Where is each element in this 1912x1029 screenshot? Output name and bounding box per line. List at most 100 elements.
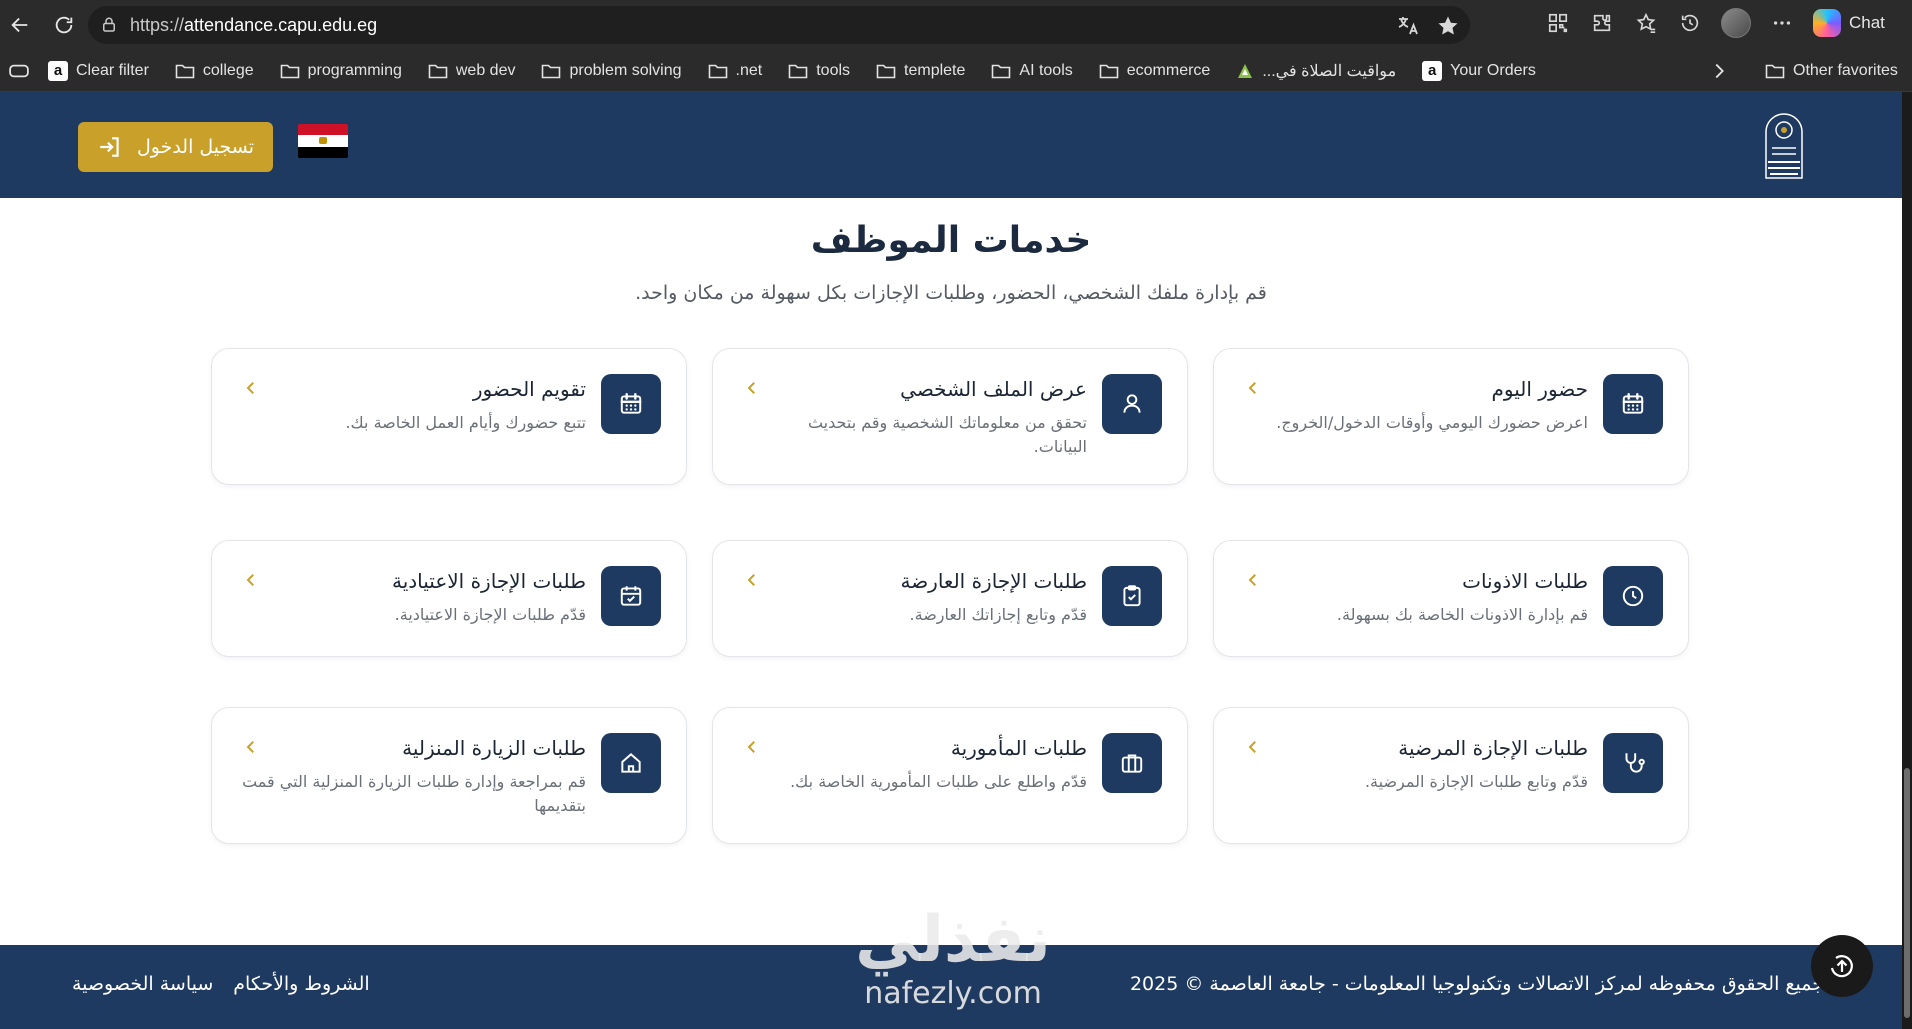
stethoscope-icon	[1603, 733, 1663, 793]
card-description: قم بإدارة الاذونات الخاصة بك بسهولة.	[1336, 605, 1588, 624]
card-title: طلبات الاذونات	[1462, 569, 1588, 593]
card-mission-requests[interactable]: طلبات المأمورية قدّم واطلع على طلبات الم…	[712, 707, 1188, 844]
chevron-left-icon	[246, 382, 254, 394]
amazon-icon: a	[1422, 60, 1443, 81]
scroll-to-top-button[interactable]	[1811, 935, 1873, 997]
bookmark-prayer-times[interactable]: مواقيت الصلاة في...	[1236, 61, 1396, 81]
profile-avatar[interactable]	[1721, 8, 1751, 38]
refresh-icon[interactable]	[46, 7, 82, 43]
card-description: تتبع حضورك وأيام العمل الخاصة بك.	[345, 413, 586, 432]
history-icon[interactable]	[1677, 10, 1703, 36]
bookmark-folder-templete[interactable]: templete	[876, 62, 965, 80]
chevron-left-icon	[747, 741, 755, 753]
favorites-icon[interactable]	[1633, 10, 1659, 36]
bookmark-folder-programming[interactable]: programming	[280, 62, 402, 80]
more-options-icon[interactable]	[1769, 10, 1795, 36]
toolbar-actions: Chat	[1545, 8, 1885, 38]
card-attendance-calendar[interactable]: تقويم الحضور تتبع حضورك وأيام العمل الخا…	[211, 348, 687, 485]
folder-icon	[876, 64, 896, 78]
university-logo[interactable]	[1758, 108, 1810, 184]
folder-icon	[788, 64, 808, 78]
bookmark-folder-web-dev[interactable]: web dev	[428, 62, 515, 80]
back-icon[interactable]	[2, 7, 38, 43]
chevron-left-icon	[747, 574, 755, 586]
amazon-icon: a	[48, 60, 68, 81]
folder-icon	[708, 64, 727, 78]
card-title: طلبات الزيارة المنزلية	[402, 736, 586, 760]
card-title: تقويم الحضور	[472, 377, 586, 401]
site-header: تسجيل الدخول	[0, 92, 1902, 198]
card-title: عرض الملف الشخصي	[900, 377, 1087, 401]
bookmark-clear-filter[interactable]: a Clear filter	[48, 60, 149, 81]
bookmark-folder-college[interactable]: college	[175, 62, 254, 80]
card-view-profile[interactable]: عرض الملف الشخصي تحقق من معلوماتك الشخصي…	[712, 348, 1188, 485]
bookmark-folder-dotnet[interactable]: .net	[708, 62, 762, 80]
privacy-policy-link[interactable]: سياسة الخصوصية	[72, 973, 213, 995]
url-text: https://attendance.capu.edu.eg	[130, 14, 378, 35]
folder-icon	[1099, 64, 1119, 78]
bookmarks-bar: a Clear filter college programming web d…	[0, 50, 1912, 92]
chevron-left-icon	[1248, 741, 1256, 753]
chevron-left-icon	[747, 382, 755, 394]
address-bar[interactable]: https://attendance.capu.edu.eg	[88, 6, 1470, 44]
scrollbar-thumb[interactable]	[1904, 768, 1910, 1018]
bookmark-other-favorites[interactable]: Other favorites	[1765, 50, 1898, 92]
card-title: طلبات الإجازة العارضة	[900, 569, 1087, 593]
folder-icon	[428, 64, 448, 78]
tab-actions-icon[interactable]	[8, 63, 30, 79]
egypt-flag-language-toggle[interactable]	[298, 124, 348, 158]
card-description: تحقق من معلوماتك الشخصية وقم بتحديث البي…	[807, 413, 1087, 456]
card-today-attendance[interactable]: حضور اليوم اعرض حضورك اليومي وأوقات الدخ…	[1213, 348, 1689, 485]
copilot-label: Chat	[1849, 13, 1885, 32]
bookmark-folder-ecommerce[interactable]: ecommerce	[1099, 62, 1210, 80]
briefcase-icon	[1102, 733, 1162, 793]
arrow-up-circle-icon	[1830, 955, 1853, 978]
card-permission-requests[interactable]: طلبات الاذونات قم بإدارة الاذونات الخاصة…	[1213, 540, 1689, 657]
chevron-left-icon	[246, 741, 254, 753]
chevron-left-icon	[246, 574, 254, 586]
chevron-left-icon	[1248, 382, 1256, 394]
user-icon	[1102, 374, 1162, 434]
footer-copyright: جميع الحقوق محفوظه لمركز الاتصالات وتكنو…	[1129, 973, 1824, 995]
section-title: خدمات الموظف	[810, 220, 1092, 261]
bookmark-your-orders[interactable]: a Your Orders	[1422, 60, 1536, 81]
bookmark-folder-problem-solving[interactable]: problem solving	[541, 62, 682, 80]
calendar-icon	[601, 374, 661, 434]
card-title: طلبات المأمورية	[950, 736, 1087, 760]
section-subtitle: قم بإدارة ملفك الشخصي، الحضور، وطلبات ال…	[635, 282, 1267, 304]
copilot-icon	[1813, 9, 1841, 37]
translate-icon[interactable]	[1396, 14, 1420, 38]
favorite-star-icon[interactable]	[1436, 14, 1460, 38]
watermark-english: nafezly.com	[864, 976, 1042, 1011]
watermark: نفذلي nafezly.com	[838, 904, 1068, 1022]
browser-toolbar: https://attendance.capu.edu.eg Chat	[0, 0, 1912, 50]
bookmark-folder-tools[interactable]: tools	[788, 62, 850, 80]
login-button[interactable]: تسجيل الدخول	[78, 122, 273, 172]
terms-link[interactable]: الشروط والأحكام	[233, 973, 369, 995]
card-description: قدّم وتابع إجازاتك العارضة.	[909, 605, 1087, 624]
qr-code-icon[interactable]	[1545, 10, 1571, 36]
extensions-icon[interactable]	[1589, 10, 1615, 36]
folder-icon	[175, 64, 195, 78]
home-icon	[601, 733, 661, 793]
site-info-icon[interactable]	[100, 16, 118, 34]
card-casual-leave[interactable]: طلبات الإجازة العارضة قدّم وتابع إجازاتك…	[712, 540, 1188, 657]
watermark-arabic: نفذلي	[855, 903, 1051, 977]
card-description: اعرض حضورك اليومي وأوقات الدخول/الخروج.	[1276, 413, 1588, 432]
chevron-right-icon[interactable]	[1708, 60, 1730, 82]
card-title: حضور اليوم	[1491, 377, 1588, 401]
calendar-check-icon	[601, 566, 661, 626]
folder-icon	[1765, 64, 1785, 79]
folder-icon	[992, 64, 1011, 78]
copilot-chat-button[interactable]: Chat	[1813, 9, 1885, 37]
card-description: قم بمراجعة وإدارة طلبات الزيارة المنزلية…	[242, 772, 586, 815]
chevron-left-icon	[1248, 574, 1256, 586]
page-scrollbar[interactable]	[1902, 92, 1912, 1029]
folder-icon	[542, 64, 561, 78]
card-regular-leave[interactable]: طلبات الإجازة الاعتيادية قدّم طلبات الإج…	[211, 540, 687, 657]
bookmark-folder-ai-tools[interactable]: AI tools	[991, 62, 1073, 80]
card-description: قدّم وتابع طلبات الإجازة المرضية.	[1364, 772, 1588, 791]
card-description: قدّم طلبات الإجازة الاعتيادية.	[394, 605, 586, 624]
card-home-visit[interactable]: طلبات الزيارة المنزلية قم بمراجعة وإدارة…	[211, 707, 687, 844]
card-sick-leave[interactable]: طلبات الإجازة المرضية قدّم وتابع طلبات ا…	[1213, 707, 1689, 844]
